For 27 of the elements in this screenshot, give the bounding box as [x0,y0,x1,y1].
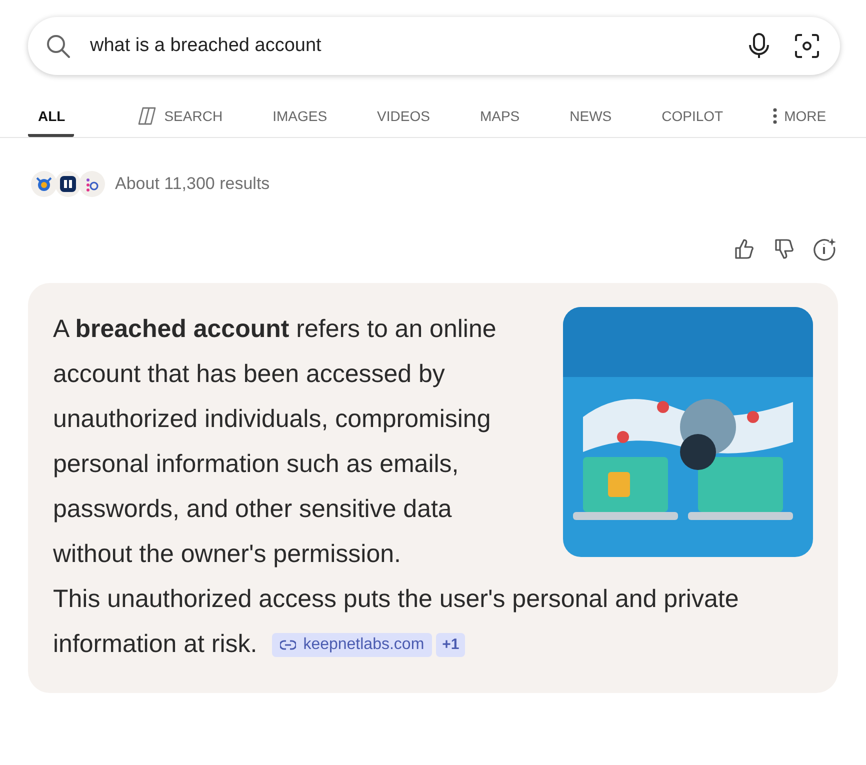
microphone-icon[interactable] [748,33,770,59]
site-icon [31,171,57,197]
info-sparkle-icon[interactable] [813,237,837,261]
site-icon [55,171,81,197]
more-icon [773,108,778,124]
thumbs-up-icon[interactable] [733,238,755,260]
search-field[interactable]: what is a breached account [85,35,734,57]
answer-text: A breached account refers to an online account that has been accessed by unauthorized individuals, compromising personal information such as emails, passwords, and other sensitive data without the owner's permission. [53,314,498,570]
tab[interactable]: NEWS [546,97,635,137]
camera-search-icon[interactable] [794,33,820,59]
source-link[interactable]: keepnetlabs.com [272,633,432,658]
tab[interactable]: VIDEOS [354,97,453,137]
link-icon [280,640,296,650]
thumbs-down-icon[interactable] [773,238,795,260]
tab[interactable]: MAPS [456,97,543,137]
results-count: About 11,300 results [115,174,270,194]
tab[interactable]: COPILOT [638,97,746,137]
search-bar[interactable]: what is a breached account [28,17,840,75]
tab[interactable]: ALL [28,97,74,137]
search-icon[interactable] [45,33,71,59]
more-sources-link[interactable]: +1 [436,633,466,658]
answer-text: This unauthorized access puts the user's personal and private information at risk. keepnetlabs.com +1 [53,584,740,660]
tab[interactable]: IMAGES [250,97,350,137]
site-icon [79,171,105,197]
tab[interactable]: MORE [750,97,850,137]
tab[interactable]: SEARCH [114,97,246,137]
copilot-icon [137,106,158,126]
